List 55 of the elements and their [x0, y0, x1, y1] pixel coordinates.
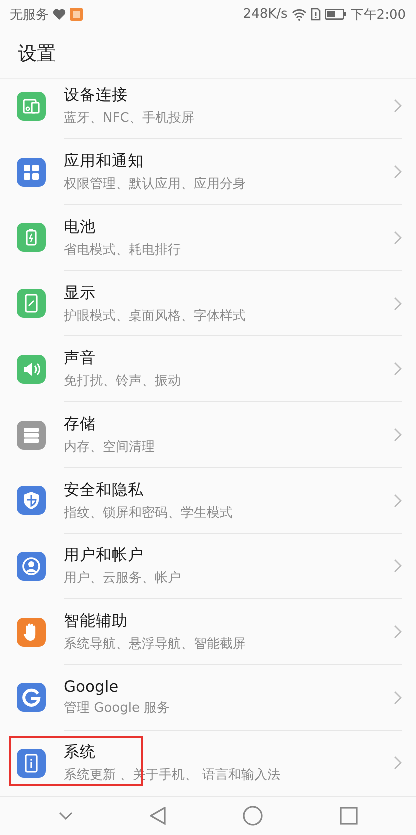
chevron-right-icon [394, 625, 402, 640]
back-icon[interactable] [150, 807, 166, 826]
item-subtitle: 用户、云服务、帐户 [64, 570, 182, 588]
settings-item[interactable]: 智能辅助 系统导航、悬浮导航、智能截屏 [0, 599, 416, 665]
settings-item[interactable]: 存储 内存、空间清理 [0, 402, 416, 468]
chevron-right-icon [394, 428, 402, 442]
chevron-right-icon [394, 690, 402, 705]
item-title: 电池 [64, 216, 97, 238]
item-title: Google [64, 678, 120, 696]
wifi-icon [292, 8, 307, 21]
item-title: 显示 [64, 282, 97, 304]
settings-item[interactable]: 用户和帐户 用户、云服务、帐户 [0, 534, 416, 600]
chevron-right-icon [394, 559, 402, 574]
heart-icon [53, 9, 66, 20]
item-title: 智能辅助 [64, 611, 129, 632]
app-notification-icon [70, 8, 83, 22]
network-speed-text: 248K/s [243, 7, 288, 22]
settings-item[interactable]: 安全和隐私 指纹、锁屏和密码、学生模式 [0, 468, 416, 534]
item-title: 安全和隐私 [64, 480, 145, 501]
chevron-right-icon [394, 99, 402, 114]
item-subtitle: 系统导航、悬浮导航、智能截屏 [64, 636, 247, 654]
chevron-right-icon [394, 296, 402, 311]
chevron-right-icon [394, 230, 402, 245]
battery-icon [324, 9, 347, 20]
chevron-right-icon [394, 165, 402, 180]
item-subtitle: 内存、空间清理 [64, 439, 156, 456]
chevron-right-icon [394, 756, 402, 770]
home-icon[interactable] [242, 806, 262, 826]
settings-item[interactable]: 声音 免打扰、铃声、振动 [0, 336, 416, 402]
chevron-down-icon[interactable] [58, 812, 72, 820]
item-subtitle: 管理 Google 服务 [64, 700, 172, 718]
sim-icon [310, 8, 321, 22]
chevron-right-icon [394, 494, 402, 508]
settings-item[interactable]: Google 管理 Google 服务 [0, 664, 416, 731]
item-title: 设备连接 [64, 85, 129, 106]
item-subtitle: 蓝牙、NFC、手机投屏 [64, 110, 196, 128]
page-title: 设置 [18, 42, 56, 68]
item-subtitle: 护眼模式、桌面风格、字体样式 [64, 308, 247, 325]
settings-item[interactable]: 显示 护眼模式、桌面风格、字体样式 [0, 270, 416, 336]
item-subtitle: 指纹、锁屏和密码、学生模式 [64, 504, 234, 522]
item-title: 声音 [64, 348, 97, 370]
settings-item[interactable]: 电池 省电模式、耗电排行 [0, 205, 416, 271]
item-title: 应用和通知 [64, 151, 145, 172]
item-title: 存储 [64, 414, 97, 436]
item-title: 系统 [64, 742, 97, 764]
clock-text: 下午2:00 [350, 6, 406, 24]
carrier-text: 无服务 [10, 6, 49, 24]
settings-item[interactable]: 应用和通知 权限管理、默认应用、应用分身 [0, 139, 416, 206]
item-subtitle: 免打扰、铃声、振动 [64, 373, 182, 390]
settings-item[interactable]: 设备连接 蓝牙、NFC、手机投屏 [0, 79, 416, 140]
item-title: 用户和帐户 [64, 545, 145, 566]
recents-icon[interactable] [340, 807, 358, 826]
item-subtitle: 省电模式、耗电排行 [64, 242, 182, 259]
chevron-right-icon [394, 362, 402, 376]
item-subtitle: 权限管理、默认应用、应用分身 [64, 176, 247, 194]
